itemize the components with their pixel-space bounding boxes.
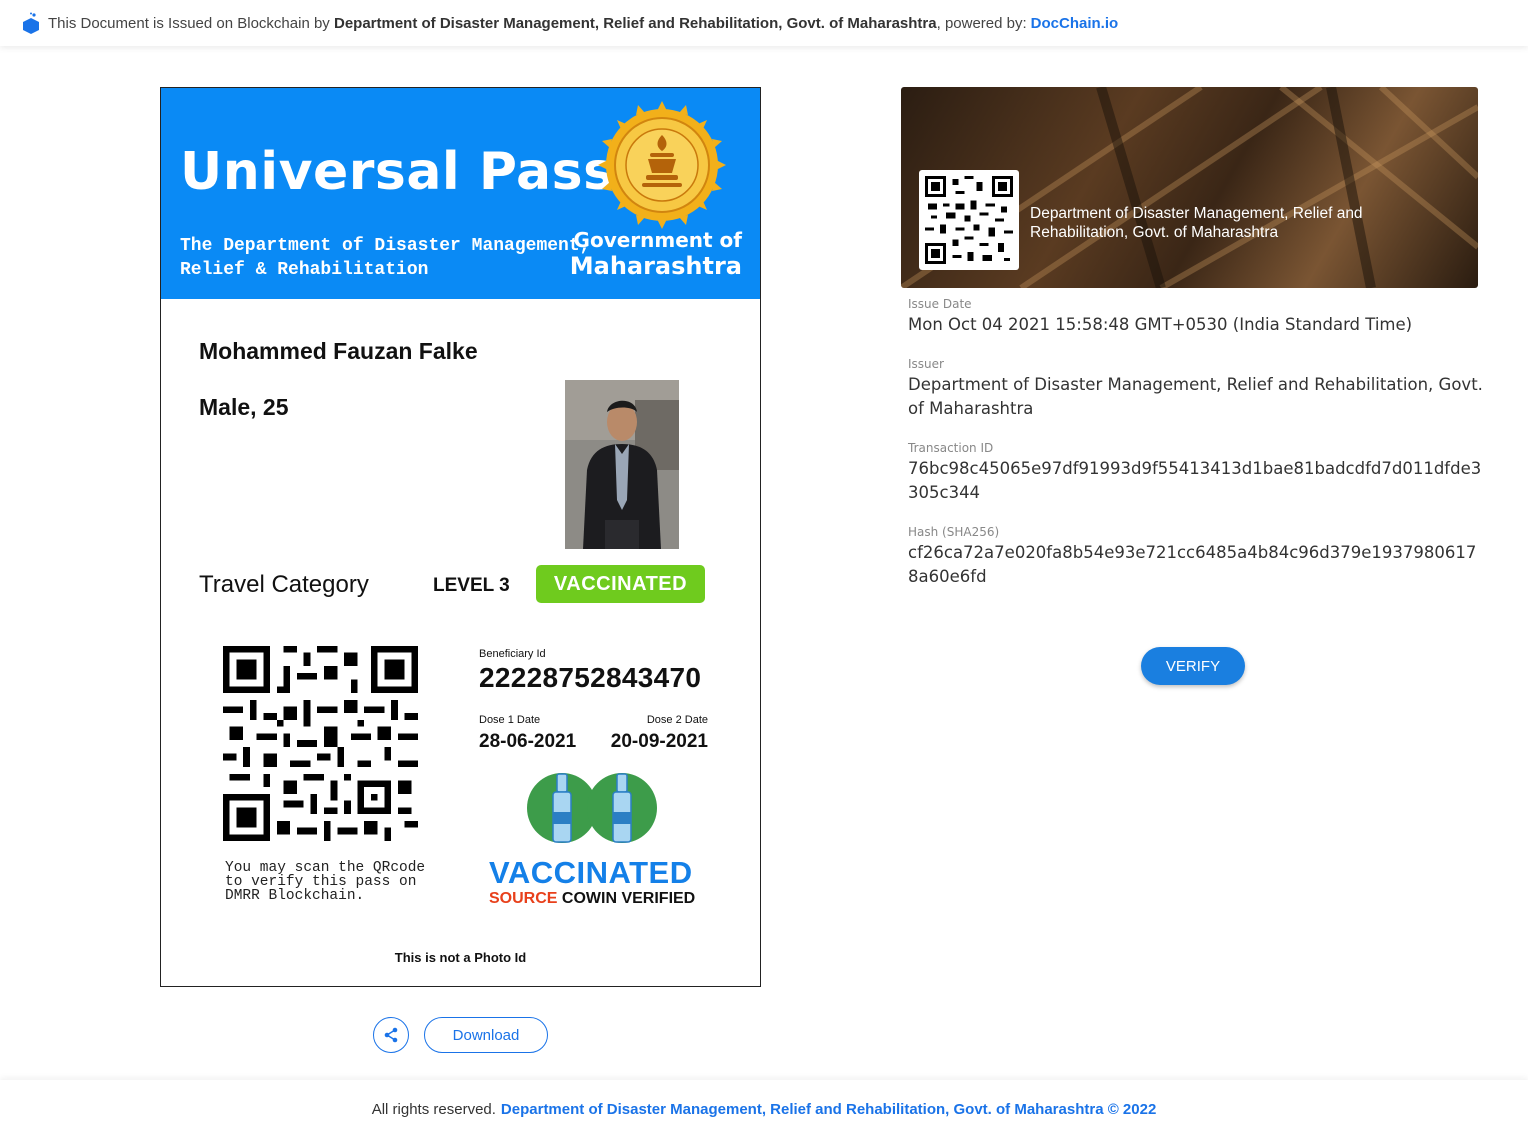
docchain-link[interactable]: DocChain.io [1031,15,1119,32]
maharashtra-seal-icon [598,101,726,229]
holder-name: Mohammed Fauzan Falke [199,338,478,364]
pass-government: Government of Maharashtra [570,228,742,280]
download-button[interactable]: Download [424,1017,548,1053]
pass-header: Universal Pass The Department of Disaste… [161,88,760,299]
vaccine-vials-icon [527,773,657,843]
vaccinated-status-badge: VACCINATED [536,565,705,603]
transaction-id-label: Transaction ID [908,441,994,455]
issue-date-block: Issue Date Mon Oct 04 2021 15:58:48 GMT+… [908,297,1483,337]
transaction-id-block: Transaction ID 76bc98c45065e97df91993d9f… [908,441,1483,505]
issuer-value: Department of Disaster Management, Relie… [908,375,1483,418]
vaccination-source: SOURCE COWIN VERIFIED [489,890,695,908]
share-button[interactable] [373,1017,409,1053]
vaccinated-heading: VACCINATED [489,855,693,890]
source-verified: COWIN VERIFIED [557,890,696,907]
banner-powered-by: , powered by: [936,14,1027,32]
verify-button[interactable]: VERIFY [1141,647,1245,685]
dose-2-label: Dose 2 Date [646,714,708,726]
dose-1-date: 28-06-2021 [479,731,577,752]
travel-level: LEVEL 3 [433,575,510,596]
issuer-label: Issuer [908,357,944,371]
banner-issuer: Department of Disaster Management, Relie… [333,14,937,32]
issue-date-label: Issue Date [908,297,972,311]
not-photo-id-note: This is not a Photo Id [394,950,527,965]
holder-gender-age: Male, 25 [199,394,289,420]
footer-rights: All rights reserved. [371,1101,496,1118]
government-line-1: Government of [573,228,742,252]
dose-2-date: 20-09-2021 [610,731,708,752]
footer: All rights reserved. Department of Disas… [0,1080,1528,1139]
blockchain-banner: This Document is Issued on Blockchain by… [0,0,1528,46]
pass-qr-code[interactable] [223,646,418,841]
banner-prefix: This Document is Issued on Blockchain by [48,14,330,32]
transaction-id-value: 76bc98c45065e97df91993d9f55413413d1bae81… [908,459,1482,502]
government-line-2: Maharashtra [569,252,742,280]
blockchain-hex-icon [23,12,39,34]
hash-label: Hash (SHA256) [908,525,1000,539]
issue-date-value: Mon Oct 04 2021 15:58:48 GMT+0530 (India… [908,315,1413,334]
universal-pass-card: Universal Pass The Department of Disaste… [160,87,761,987]
pass-title: Universal Pass [180,142,615,202]
issuer-card-name: Department of Disaster Management, Relie… [1030,205,1363,241]
issuer-qr-code[interactable] [925,176,1013,264]
issuer-qr-frame [919,170,1019,270]
hash-value: cf26ca72a7e020fa8b54e93e721cc6485a4b84c9… [908,543,1477,586]
share-icon [384,1027,398,1043]
source-word: SOURCE [489,890,558,907]
travel-category-label: Travel Category [199,571,369,598]
holder-photo [565,380,679,549]
beneficiary-id-label: Beneficiary Id [479,648,546,660]
hash-block: Hash (SHA256) cf26ca72a7e020fa8b54e93e72… [908,525,1483,589]
scan-instruction: You may scan the QRcode to verify this p… [225,860,426,904]
footer-org-link[interactable]: Department of Disaster Management, Relie… [501,1101,1156,1118]
beneficiary-id: 22228752843470 [479,662,702,693]
dose-1-label: Dose 1 Date [479,714,541,726]
issuer-card: Department of Disaster Management, Relie… [901,87,1478,288]
pass-department: The Department of Disaster Management, R… [180,236,591,280]
issuer-block: Issuer Department of Disaster Management… [908,357,1483,421]
